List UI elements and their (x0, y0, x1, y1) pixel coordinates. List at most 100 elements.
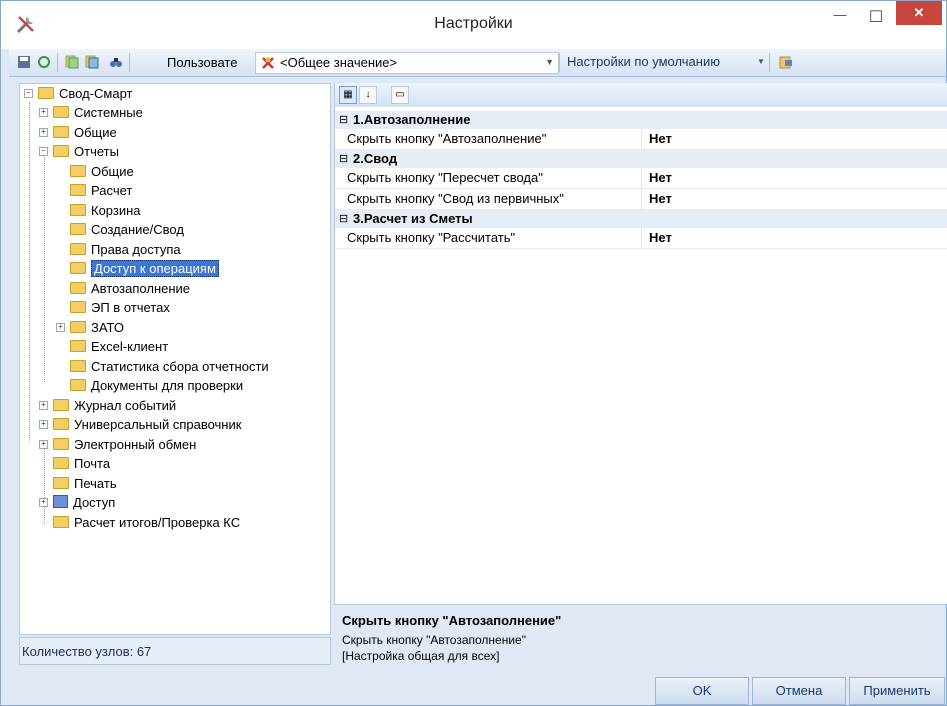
tree-node[interactable]: Автозаполнение (70, 279, 190, 298)
expand-icon[interactable]: + (39, 440, 48, 449)
folder-icon (70, 282, 86, 294)
chevron-down-icon[interactable]: ▼ (757, 57, 765, 66)
folder-icon (70, 184, 86, 196)
find-icon[interactable] (109, 55, 123, 69)
ok-button[interactable]: OK (655, 677, 749, 705)
property-name: Скрыть кнопку "Пересчет свода" (347, 168, 642, 188)
tree-node[interactable]: ЭП в отчетах (70, 298, 170, 317)
property-value[interactable]: Нет (649, 228, 672, 248)
tree-node[interactable]: Печать (53, 474, 117, 493)
settings-tree[interactable]: − Свод-Смарт + Системные + Общие − Отчет… (19, 83, 331, 635)
tree-node-label: Универсальный справочник (74, 417, 242, 432)
category-row[interactable]: ⊟ 1.Автозаполнение (335, 111, 947, 129)
tree-node[interactable]: Почта (53, 454, 110, 473)
property-row[interactable]: Скрыть кнопку "Рассчитать" Нет (335, 228, 947, 249)
tree-node-label: Журнал событий (74, 398, 177, 413)
property-row[interactable]: Скрыть кнопку "Автозаполнение" Нет (335, 129, 947, 150)
property-name: Скрыть кнопку "Рассчитать" (347, 228, 642, 248)
tree-node[interactable]: + Системные (39, 103, 143, 122)
categorized-view-icon[interactable]: ▦ (339, 86, 357, 104)
tree-node-label: Общие (74, 125, 117, 140)
folder-icon (70, 301, 86, 313)
property-value[interactable]: Нет (649, 168, 672, 188)
export-icon[interactable] (779, 55, 793, 69)
user-scope-icon (262, 57, 274, 69)
expand-icon[interactable]: + (39, 108, 48, 117)
apply-button[interactable]: Применить (849, 677, 945, 705)
tree-node[interactable]: Корзина (70, 201, 141, 220)
tree-node[interactable]: + ЗАТО (56, 318, 124, 337)
save-icon[interactable] (17, 55, 31, 69)
cancel-button[interactable]: Отмена (752, 677, 846, 705)
refresh-icon[interactable] (37, 55, 51, 69)
collapse-icon[interactable]: ⊟ (339, 150, 348, 168)
defaults-dropdown[interactable]: Настройки по умолчанию (567, 54, 720, 69)
tree-node-selected[interactable]: Доступ к операциям (70, 259, 219, 278)
property-grid-toolbar: ▦ ↓ ▭ (335, 83, 947, 107)
category-title: 3.Расчет из Сметы (353, 211, 473, 226)
copy-icon[interactable] (65, 55, 79, 69)
nodes-count: Количество узлов: 67 (22, 644, 152, 659)
minimize-icon: — (833, 7, 847, 22)
tree-node[interactable]: + Журнал событий (39, 396, 176, 415)
maximize-icon: ☐ (868, 9, 884, 26)
maximize-button[interactable]: ☐ (859, 1, 893, 31)
close-button[interactable]: ✕ (896, 1, 942, 25)
expand-icon[interactable]: + (39, 498, 48, 507)
toolbar-separator (769, 53, 770, 72)
tree-node[interactable]: Excel-клиент (70, 337, 168, 356)
tree-node[interactable]: + Общие (39, 123, 117, 142)
collapse-icon[interactable]: − (24, 89, 33, 98)
scope-select[interactable]: <Общее значение> ▼ (255, 52, 559, 74)
tree-node-label: Права доступа (91, 242, 181, 257)
folder-icon (53, 457, 69, 469)
settings-window: Настройки — ☐ ✕ Пользовате <Общее значен… (0, 0, 947, 706)
property-pages-icon[interactable]: ▭ (391, 86, 409, 104)
title-bar: Настройки — ☐ ✕ (1, 1, 946, 49)
folder-icon (70, 340, 86, 352)
property-value[interactable]: Нет (649, 189, 672, 209)
tree-node[interactable]: Статистика сбора отчетности (70, 357, 269, 376)
tree-node-label: Доступ (73, 495, 116, 510)
alphabetical-sort-icon[interactable]: ↓ (359, 86, 377, 104)
collapse-icon[interactable]: ⊟ (339, 111, 348, 129)
computer-icon (53, 495, 68, 508)
expand-icon[interactable]: + (39, 420, 48, 429)
tree-node[interactable]: Создание/Свод (70, 220, 184, 239)
folder-icon (70, 204, 86, 216)
collapse-icon[interactable]: ⊟ (339, 210, 348, 228)
folder-icon (38, 87, 54, 99)
folder-icon (70, 360, 86, 372)
category-row[interactable]: ⊟ 2.Свод (335, 150, 947, 168)
tree-node[interactable]: − Отчеты (39, 142, 119, 161)
description-text: Скрыть кнопку "Автозаполнение" [Настройк… (342, 632, 526, 664)
tree-node-root[interactable]: − Свод-Смарт (24, 84, 132, 103)
property-row[interactable]: Скрыть кнопку "Пересчет свода" Нет (335, 168, 947, 189)
category-row[interactable]: ⊟ 3.Расчет из Сметы (335, 210, 947, 228)
tree-node-label: Системные (74, 105, 143, 120)
window-title: Настройки (434, 15, 513, 32)
tree-node-label: Статистика сбора отчетности (91, 359, 269, 374)
expand-icon[interactable]: + (39, 401, 48, 410)
tree-node[interactable]: Документы для проверки (70, 376, 243, 395)
tree-node[interactable]: Расчет итогов/Проверка КС (53, 513, 240, 532)
tree-node[interactable]: Расчет (70, 181, 132, 200)
folder-icon (53, 106, 69, 118)
property-row[interactable]: Скрыть кнопку "Свод из первичных" Нет (335, 189, 947, 210)
tree-node[interactable]: Общие (70, 162, 134, 181)
property-grid[interactable]: ▦ ↓ ▭ ⊟ 1.Автозаполнение Скрыть кнопку "… (334, 83, 947, 604)
collapse-icon[interactable]: − (39, 147, 48, 156)
tree-node[interactable]: + Доступ (39, 493, 115, 512)
tree-node-label: Отчеты (74, 144, 119, 159)
folder-icon (70, 165, 86, 177)
paste-icon[interactable] (85, 55, 99, 69)
tree-node[interactable]: + Электронный обмен (39, 435, 196, 454)
description-line: Скрыть кнопку "Автозаполнение" (342, 633, 526, 647)
expand-icon[interactable]: + (39, 128, 48, 137)
folder-icon (70, 223, 86, 235)
property-value[interactable]: Нет (649, 129, 672, 149)
expand-icon[interactable]: + (56, 323, 65, 332)
tree-node[interactable]: + Универсальный справочник (39, 415, 241, 434)
minimize-button[interactable]: — (823, 1, 857, 31)
tree-node[interactable]: Права доступа (70, 240, 181, 259)
